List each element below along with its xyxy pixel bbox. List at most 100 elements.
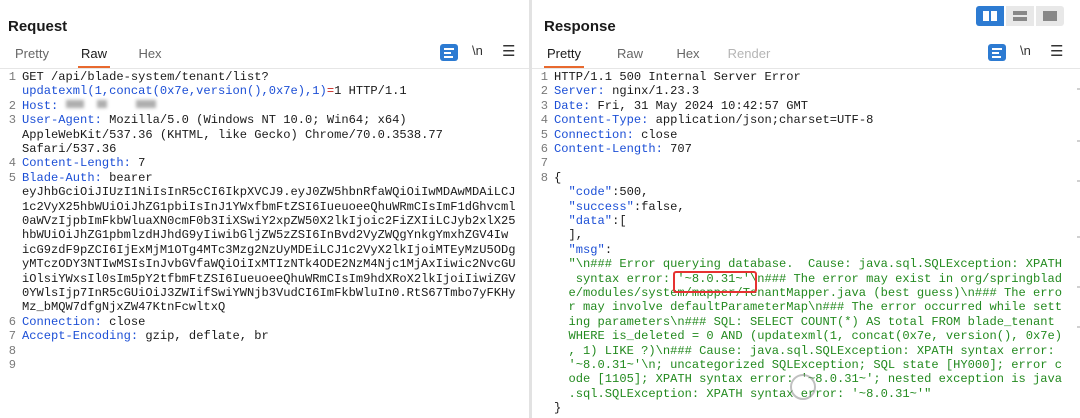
- side-by-side-layout-icon[interactable]: [976, 6, 1004, 26]
- line-number: 4: [540, 113, 548, 128]
- line-text: "code":500,: [554, 185, 649, 199]
- code-token: iOlsiYWxsIl0sIm5pY2tfbmFtZSI6IueuoeeQhuW…: [22, 271, 516, 286]
- code-token: Date:: [554, 98, 598, 113]
- code-line: 6 Content-Length: 707: [532, 142, 1080, 156]
- code-line: e/modules/system/mapper/TenantMapper.jav…: [532, 286, 1080, 300]
- single-pane-layout-icon[interactable]: [1036, 6, 1064, 26]
- stacked-layout-icon[interactable]: [1006, 6, 1034, 26]
- newline-toggle-button[interactable]: \n: [1020, 43, 1031, 58]
- code-line: hbWUiOiJhZG1pbmlzdHJhdG9yIiwibGljZW5zZSI…: [0, 228, 529, 242]
- code-line: 1 GET /api/blade-system/tenant/list?: [0, 70, 529, 84]
- request-pane: Request Pretty Raw Hex \n ☰ 1 GET /api/bl…: [0, 0, 529, 418]
- code-token: Accept-Encoding:: [22, 329, 146, 344]
- code-line: syntax error: '~8.0.31~'\n### The error …: [532, 272, 1080, 286]
- code-token: Mz_bMQW7dfgNjxZW47KtnFcwltxQ: [22, 300, 226, 315]
- code-line: 8{: [532, 171, 1080, 185]
- code-token: Content-Length:: [22, 156, 139, 171]
- code-token: Fri, 31 May 2024 10:42:57 GMT: [597, 98, 809, 113]
- line-text: "data":[: [554, 214, 627, 228]
- redacted-host-1: [66, 100, 84, 108]
- line-text: {: [554, 171, 561, 185]
- code-line: 8: [0, 344, 529, 358]
- code-line: "msg":: [532, 243, 1080, 257]
- code-line: yMTczODY3NTIwMSIsInJvbGVfaWQiOiIxMTIzNTk…: [0, 257, 529, 271]
- hamburger-menu-icon[interactable]: ☰: [1050, 42, 1063, 60]
- code-token: AppleWebKit/537.36 (KHTML, like Gecko) C…: [22, 127, 443, 142]
- code-token: User-Agent:: [22, 113, 110, 128]
- request-title: Request: [8, 18, 68, 35]
- response-tab-pretty[interactable]: Pretty: [544, 44, 584, 68]
- code-token: hbWUiOiJhZG1pbmlzdHJhdG9yIiwibGljZW5zZSI…: [22, 228, 509, 243]
- line-number: 3: [540, 98, 548, 113]
- response-separator: [532, 68, 1080, 69]
- line-text: ],: [554, 228, 584, 243]
- line-number: 5: [8, 170, 16, 185]
- request-tab-pretty[interactable]: Pretty: [14, 44, 50, 68]
- code-line: iOlsiYWxsIl0sIm5pY2tfbmFtZSI6IueuoeeQhuW…: [0, 272, 529, 286]
- response-tab-hex[interactable]: Hex: [676, 44, 700, 68]
- line-text: Mz_bMQW7dfgNjxZW47KtnFcwltxQ: [22, 300, 225, 314]
- code-token: yMTczODY3NTIwMSIsInJvbGVfaWQiOiIxMTIzNTk…: [22, 257, 516, 272]
- line-text: Host:: [22, 99, 66, 113]
- text-wrap-icon[interactable]: [440, 44, 458, 61]
- code-token: eyJhbGciOiJIUzI1NiIsInR5cCI6IkpXVCJ9.eyJ…: [22, 185, 516, 200]
- request-tab-raw[interactable]: Raw: [78, 44, 110, 68]
- code-token: gzip, deflate, br: [145, 329, 269, 344]
- newline-toggle-button[interactable]: \n: [472, 43, 483, 58]
- code-line: r may involve defaultParameterMap\n### T…: [532, 300, 1080, 314]
- redacted-host-2: [97, 100, 107, 108]
- code-line: 3 Date: Fri, 31 May 2024 10:42:57 GMT: [532, 99, 1080, 113]
- code-token: }: [554, 401, 562, 416]
- response-tab-render[interactable]: Render: [726, 44, 772, 68]
- line-text: r may involve defaultParameterMap\n### T…: [554, 300, 1063, 315]
- line-text: "success":false,: [554, 200, 685, 214]
- code-token: 0aWVzIjpbImFkbWluaXN0cmF0b3IiXSwiY2xpZW5…: [22, 214, 516, 228]
- code-token: ],: [554, 228, 584, 243]
- line-number: 6: [8, 314, 16, 329]
- line-text: "msg":: [554, 243, 613, 257]
- code-token: Connection:: [22, 314, 110, 329]
- code-token: r may involve defaultParameterMap\n### T…: [554, 300, 1063, 315]
- line-number: 1: [540, 70, 548, 84]
- code-line: 1 HTTP/1.1 500 Internal Server Error: [532, 70, 1080, 84]
- code-token: application/json;charset=UTF-8: [655, 113, 874, 128]
- code-line: icG9zdF9pZCI6IjExMjM1OTg4MTc3Mzg2NzUyMDE…: [0, 243, 529, 257]
- code-token: "data": [554, 214, 613, 228]
- line-text: "\n### Error querying database. Cause: j…: [554, 257, 1063, 272]
- code-token: "\n### Error querying database. Cause: j…: [554, 257, 1063, 272]
- code-token: 1c2VyX25hbWUiOiJhZG1pbiIsInJ1YWxfbmFtZSI…: [22, 199, 516, 214]
- code-token: 7: [138, 156, 146, 171]
- line-number: 2: [8, 98, 16, 113]
- code-token: Content-Type:: [554, 113, 656, 128]
- hamburger-menu-icon[interactable]: ☰: [502, 42, 515, 60]
- code-line: eyJhbGciOiJIUzI1NiIsInR5cCI6IkpXVCJ9.eyJ…: [0, 185, 529, 199]
- code-token: e/modules/system/mapper/TenantMapper.jav…: [554, 286, 1063, 300]
- line-text: WHERE is_deleted = 0 AND (updatexml(1, c…: [554, 329, 1063, 343]
- line-number: 2: [540, 84, 548, 99]
- line-text: Connection: close: [554, 128, 677, 142]
- code-token: , 1) LIKE ?)\n### Cause: java.sql.SQLExc…: [554, 343, 1055, 358]
- line-text: Content-Type: application/json;charset=U…: [554, 113, 873, 127]
- code-token: 707: [670, 142, 692, 156]
- line-text: Safari/537.36: [22, 142, 116, 156]
- response-title: Response: [544, 18, 616, 35]
- line-text: AppleWebKit/537.36 (KHTML, like Gecko) C…: [22, 128, 443, 142]
- line-number: 4: [8, 156, 16, 171]
- code-line: 9: [0, 358, 529, 372]
- code-line: Mz_bMQW7dfgNjxZW47KtnFcwltxQ: [0, 300, 529, 314]
- line-number: 6: [540, 142, 548, 156]
- code-line: 0YWlsIjp7InR5cGUiOiJ3ZWIifSwiYWNjb3VudCI…: [0, 286, 529, 300]
- code-line: 6 Connection: close: [0, 315, 529, 329]
- code-token: icG9zdF9pZCI6IjExMjM1OTg4MTc3Mzg2NzUyMDE…: [22, 242, 516, 257]
- code-token: :false,: [633, 199, 685, 214]
- watermark-logo: [790, 370, 1070, 406]
- code-line: 4 Content-Length: 7: [0, 156, 529, 170]
- code-line: Safari/537.36: [0, 142, 529, 156]
- request-tab-hex[interactable]: Hex: [138, 44, 162, 68]
- line-text: GET /api/blade-system/tenant/list?: [22, 70, 269, 84]
- text-wrap-icon[interactable]: [988, 44, 1006, 61]
- code-line: 7: [532, 156, 1080, 170]
- response-tab-raw[interactable]: Raw: [616, 44, 644, 68]
- code-line: 1c2VyX25hbWUiOiJhZG1pbiIsInJ1YWxfbmFtZSI…: [0, 200, 529, 214]
- line-text: Content-Length: 707: [554, 142, 692, 156]
